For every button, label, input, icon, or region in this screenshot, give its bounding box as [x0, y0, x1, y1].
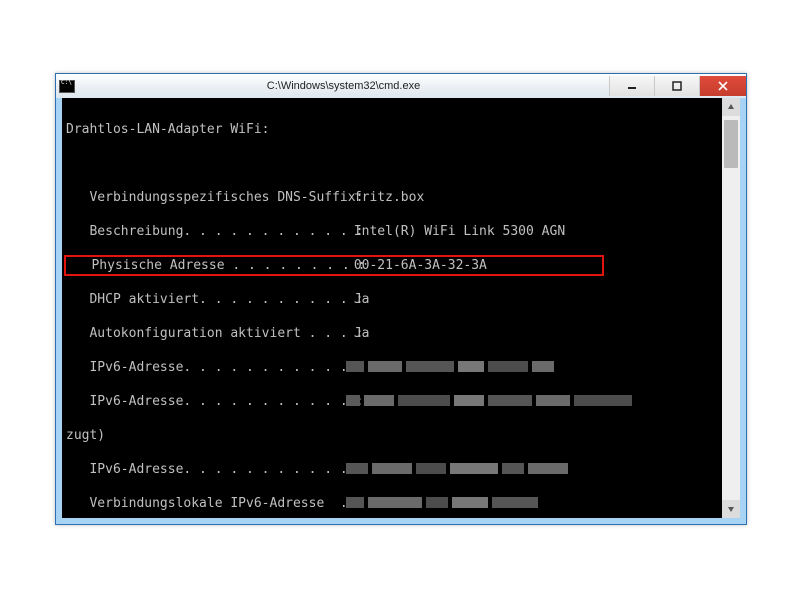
row-dhcp-enabled: DHCP aktiviert. . . . . . . . . . : Ja	[66, 291, 722, 308]
value-ipv6-1-redacted	[346, 359, 722, 376]
value-ipv6-2-redacted	[346, 393, 722, 410]
value-linklocal-redacted	[346, 495, 722, 512]
value-description: Intel(R) WiFi Link 5300 AGN	[346, 223, 722, 240]
value-dhcp-enabled: Ja	[346, 291, 722, 308]
row-ipv6-3: IPv6-Adresse. . . . . . . . . . . :	[66, 461, 722, 478]
row-linklocal-ipv6: Verbindungslokale IPv6-Adresse . :	[66, 495, 722, 512]
titlebar[interactable]: C:\Windows\system32\cmd.exe	[56, 74, 746, 98]
cmd-icon	[56, 74, 78, 98]
label-ipv6-2: IPv6-Adresse. . . . . . . . . . . :	[66, 393, 346, 410]
label-ipv6-3: IPv6-Adresse. . . . . . . . . . . :	[66, 461, 346, 478]
value-ipv6-3-redacted	[346, 461, 722, 478]
row-physical-address-highlight: Physische Adresse . . . . . . . . : 00-2…	[64, 255, 604, 276]
value-autoconfig: Ja	[346, 325, 722, 342]
label-physical-address: Physische Adresse . . . . . . . . :	[68, 257, 346, 274]
window-title: C:\Windows\system32\cmd.exe	[78, 80, 609, 92]
label-dhcp-enabled: DHCP aktiviert. . . . . . . . . . :	[66, 291, 346, 308]
console-area: Drahtlos-LAN-Adapter WiFi: Verbindungssp…	[62, 98, 740, 518]
label-linklocal-ipv6: Verbindungslokale IPv6-Adresse . :	[66, 495, 346, 512]
minimize-button[interactable]	[609, 76, 654, 96]
vertical-scrollbar[interactable]	[722, 98, 740, 518]
row-description: Beschreibung. . . . . . . . . . . : Inte…	[66, 223, 722, 240]
row-wrap-suffix: zugt)	[66, 427, 722, 444]
scroll-down-button[interactable]	[722, 500, 740, 518]
value-physical-address: 00-21-6A-3A-32-3A	[346, 257, 487, 274]
row-dns-suffix: Verbindungsspezifisches DNS-Suffix: frit…	[66, 189, 722, 206]
label-ipv6-1: IPv6-Adresse. . . . . . . . . . . :	[66, 359, 346, 376]
value-dns-suffix: fritz.box	[346, 189, 722, 206]
close-button[interactable]	[699, 76, 746, 96]
label-description: Beschreibung. . . . . . . . . . . :	[66, 223, 346, 240]
label-dns-suffix: Verbindungsspezifisches DNS-Suffix:	[66, 189, 346, 206]
blank-line	[66, 155, 722, 172]
adapter-header: Drahtlos-LAN-Adapter WiFi:	[66, 121, 722, 138]
row-ipv6-2: IPv6-Adresse. . . . . . . . . . . :	[66, 393, 722, 410]
scrollbar-thumb[interactable]	[724, 120, 738, 168]
row-autoconfig: Autokonfiguration aktiviert . . . : Ja	[66, 325, 722, 342]
row-ipv6-1: IPv6-Adresse. . . . . . . . . . . :	[66, 359, 722, 376]
scroll-up-button[interactable]	[722, 98, 740, 116]
label-autoconfig: Autokonfiguration aktiviert . . . :	[66, 325, 346, 342]
window-controls	[609, 76, 746, 96]
maximize-button[interactable]	[654, 76, 699, 96]
cmd-window: C:\Windows\system32\cmd.exe Drahtlos-LAN…	[55, 73, 747, 525]
console-output[interactable]: Drahtlos-LAN-Adapter WiFi: Verbindungssp…	[62, 98, 722, 518]
